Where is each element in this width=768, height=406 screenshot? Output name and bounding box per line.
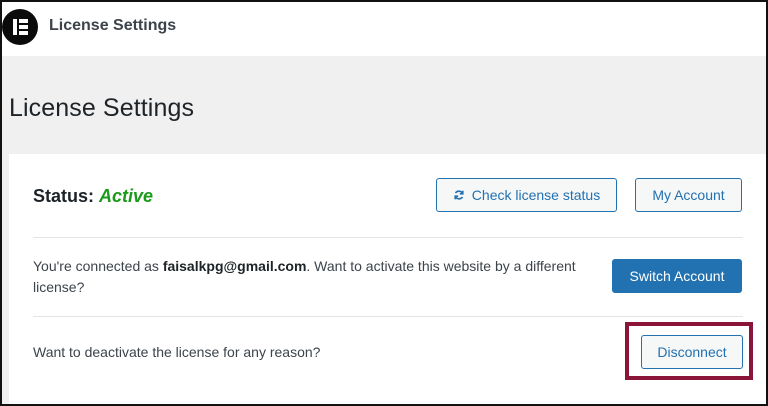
- top-bar: License Settings: [2, 2, 766, 56]
- switch-account-button[interactable]: Switch Account: [612, 259, 742, 293]
- status-value: Active: [99, 186, 154, 206]
- deactivate-text: Want to deactivate the license for any r…: [33, 344, 321, 360]
- connection-text: You're connected as faisalkpg@gmail.com.…: [33, 256, 593, 298]
- divider: [33, 316, 743, 317]
- status-label-text: Status:: [33, 186, 95, 206]
- logo-bar: [19, 25, 28, 29]
- logo-bar: [19, 19, 28, 23]
- logo-bar: [13, 19, 17, 35]
- check-license-status-label: Check license status: [471, 187, 601, 203]
- top-bar-title: License Settings: [49, 17, 177, 34]
- divider: [33, 237, 743, 238]
- logo-bar: [19, 31, 28, 35]
- status-label: Status: Active: [33, 186, 153, 207]
- disconnect-highlight-box: [625, 322, 753, 380]
- connection-prefix: You're connected as: [33, 258, 163, 274]
- my-account-button[interactable]: My Account: [635, 178, 742, 212]
- screenshot-frame: License Settings License Settings Status…: [0, 0, 768, 406]
- elementor-logo-icon[interactable]: [2, 9, 38, 45]
- check-license-status-button[interactable]: Check license status: [436, 178, 617, 212]
- refresh-icon: [454, 190, 464, 200]
- page-title: License Settings: [9, 94, 195, 122]
- status-row: Status: Active Check license status My A…: [33, 178, 743, 216]
- connected-email: faisalkpg@gmail.com: [162, 258, 307, 274]
